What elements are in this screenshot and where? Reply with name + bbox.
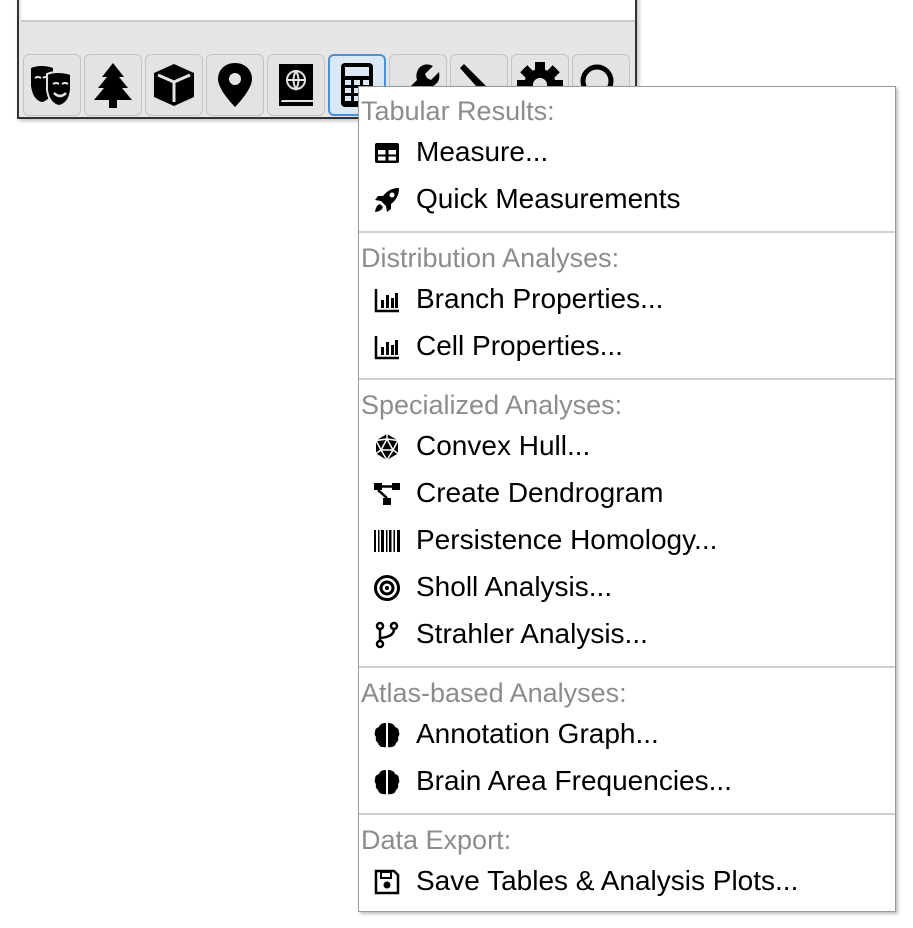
section-header-specialized-analyses: Specialized Analyses: [361, 390, 623, 420]
menu-item-create-dendrogram[interactable]: Create Dendrogram [359, 471, 895, 515]
menu-item-convex-hull[interactable]: Convex Hull... [359, 424, 895, 468]
toolbar-button-marker[interactable] [206, 54, 264, 116]
table-icon [373, 139, 401, 167]
menu-separator [359, 231, 895, 233]
bullseye-icon [373, 574, 401, 602]
section-header-distribution-analyses: Distribution Analyses: [361, 243, 620, 273]
rocket-icon [373, 186, 401, 214]
menu-item-cell-properties[interactable]: Cell Properties... [359, 324, 895, 368]
project-diagram-icon [373, 480, 401, 508]
menu-item-label: Save Tables & Analysis Plots... [416, 865, 799, 896]
theater-masks-icon [31, 66, 72, 108]
section-header-atlas-based-analyses: Atlas-based Analyses: [361, 678, 627, 708]
menu-item-label: Create Dendrogram [416, 477, 664, 508]
menu-item-label: Branch Properties... [416, 283, 664, 314]
menu-item-label: Convex Hull... [416, 430, 591, 461]
menu-item-brain-area-frequencies[interactable]: Brain Area Frequencies... [359, 759, 895, 803]
menu-separator [359, 666, 895, 668]
menu-item-label: Brain Area Frequencies... [416, 765, 732, 796]
brain-icon [373, 721, 401, 749]
toolbar-button-cube[interactable] [145, 54, 203, 116]
menu-item-label: Strahler Analysis... [416, 618, 648, 649]
toolbar-button-atlas[interactable] [267, 54, 325, 116]
menu-item-quick-measurements[interactable]: Quick Measurements [359, 177, 895, 221]
toolbar-button-tree[interactable] [84, 54, 142, 116]
menu-item-measure[interactable]: Measure... [359, 130, 895, 174]
bar-chart-icon [373, 333, 401, 361]
section-header-data-export: Data Export: [361, 825, 512, 855]
menu-item-save-tables[interactable]: Save Tables & Analysis Plots... [359, 859, 895, 903]
menu-item-label: Quick Measurements [416, 183, 681, 214]
atlas-icon [279, 64, 313, 106]
menu-separator [359, 378, 895, 380]
menu-item-branch-properties[interactable]: Branch Properties... [359, 277, 895, 321]
tree-icon [94, 63, 132, 108]
menu-item-sholl-analysis[interactable]: Sholl Analysis... [359, 565, 895, 609]
dice-d20-icon [373, 433, 401, 461]
menu-item-label: Sholl Analysis... [416, 571, 613, 602]
toolbar-button-theater[interactable] [23, 54, 81, 116]
content-panel [21, 0, 635, 22]
menu-item-label: Cell Properties... [416, 330, 623, 361]
barcode-icon [373, 527, 401, 555]
code-branch-icon [373, 621, 401, 649]
brain-icon [373, 768, 401, 796]
menu-separator [359, 813, 895, 815]
menu-item-strahler-analysis[interactable]: Strahler Analysis... [359, 612, 895, 656]
menu-item-label: Annotation Graph... [416, 718, 659, 749]
map-marker-icon [218, 63, 252, 107]
menu-item-label: Persistence Homology... [416, 524, 718, 555]
cube-icon [154, 64, 194, 106]
save-icon [373, 868, 401, 896]
analysis-popup-menu: Tabular Results: Measure... Quick Measur… [358, 86, 896, 912]
menu-item-label: Measure... [416, 136, 549, 167]
section-header-tabular-results: Tabular Results: [361, 96, 555, 126]
menu-item-persistence-homology[interactable]: Persistence Homology... [359, 518, 895, 562]
menu-item-annotation-graph[interactable]: Annotation Graph... [359, 712, 895, 756]
bar-chart-icon [373, 286, 401, 314]
